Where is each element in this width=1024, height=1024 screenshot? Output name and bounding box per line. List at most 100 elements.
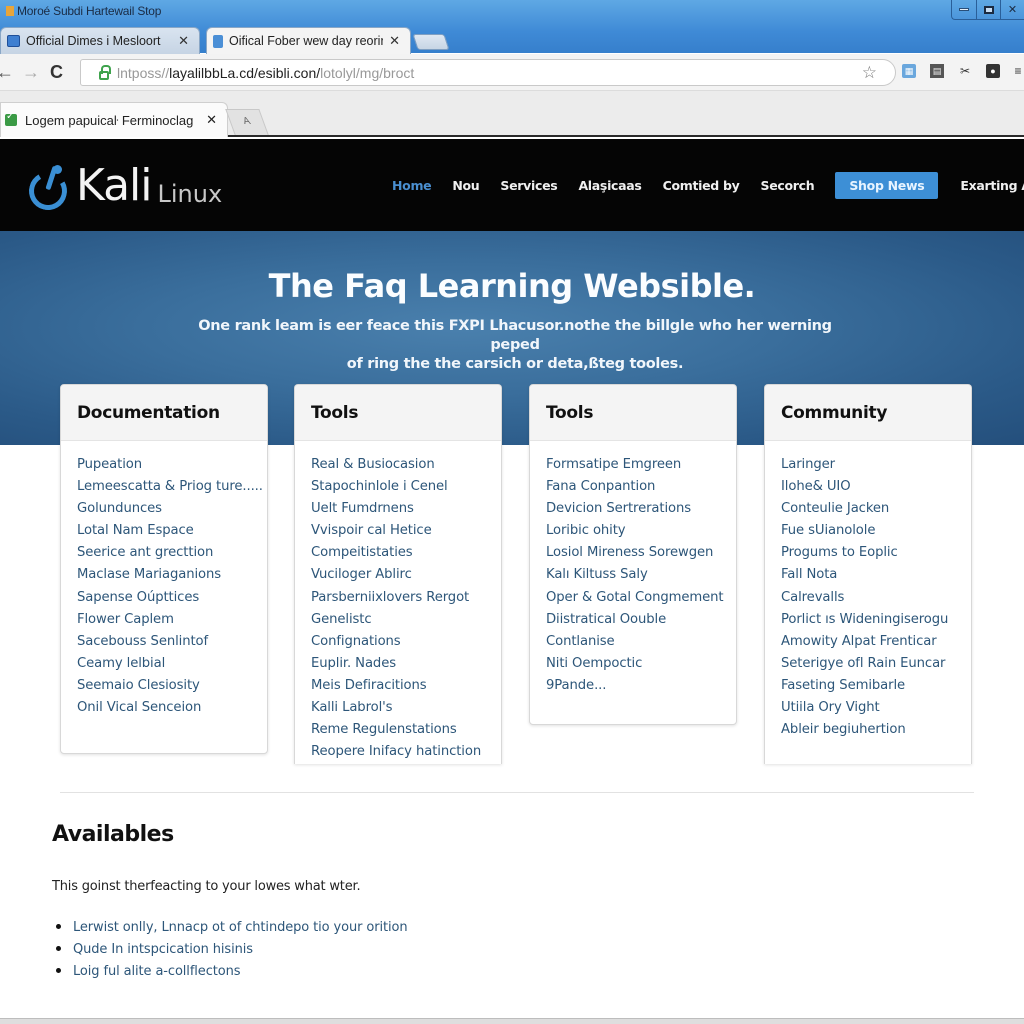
browser-tab-active[interactable]: Oifical Fober wew day reorirer ✕ bbox=[206, 27, 411, 54]
link[interactable]: Qude In intspcication hisinis bbox=[73, 942, 253, 957]
link[interactable]: Vvispoir cal Hetice bbox=[311, 523, 432, 538]
link[interactable]: Seerice ant grecttion bbox=[77, 545, 213, 560]
link[interactable]: Genelistc bbox=[311, 612, 372, 627]
minimize-button[interactable] bbox=[952, 0, 976, 19]
link[interactable]: Fue sUianolole bbox=[781, 523, 875, 538]
card-documentation: Documentation Pupeation Lemeescatta & Pri… bbox=[60, 384, 268, 754]
link[interactable]: Faseting Semibarle bbox=[781, 678, 905, 693]
link[interactable]: Reme Regulenstations bbox=[311, 722, 457, 737]
new-tab-button[interactable] bbox=[412, 34, 450, 50]
browser-tab[interactable]: Official Dimes i Mesloort ✕ bbox=[0, 27, 200, 54]
link[interactable]: Utiila Ory Vight bbox=[781, 700, 880, 715]
link[interactable]: Lerwist onlly, Lnnacp ot of chtindepo ti… bbox=[73, 920, 408, 935]
window-titlebar: Moroé Subdi Hartewail Stop ✕ Official Di… bbox=[0, 0, 1024, 54]
link[interactable]: Maclase Mariaganions bbox=[77, 567, 221, 582]
link[interactable]: Euplir. Nades bbox=[311, 656, 396, 671]
link[interactable]: Oper & Gotal Congmement bbox=[546, 590, 724, 605]
tab-close-icon[interactable]: ✕ bbox=[178, 33, 189, 49]
link[interactable]: Progums to Eoplic bbox=[781, 545, 898, 560]
link[interactable]: Seterigye ofl Rain Euncar bbox=[781, 656, 945, 671]
link[interactable]: Kalı Kiltuss Saly bbox=[546, 567, 648, 582]
shop-news-button[interactable]: Shop News bbox=[835, 172, 939, 199]
list-item: Onil Vical Senceion bbox=[77, 697, 267, 719]
link[interactable]: Parsberniixlovers Rergot bbox=[311, 590, 469, 605]
list-item: Fall Nota bbox=[781, 564, 971, 586]
link[interactable]: Onil Vical Senceion bbox=[77, 700, 201, 715]
link[interactable]: Fana Conpantion bbox=[546, 479, 655, 494]
link[interactable]: Ceamy lelbial bbox=[77, 656, 165, 671]
list-item: Calrevalls bbox=[781, 587, 971, 609]
link[interactable]: Devicion Sertrerations bbox=[546, 501, 691, 516]
link[interactable]: Ableir begiuhertion bbox=[781, 722, 906, 737]
link[interactable]: Meis Defiracitions bbox=[311, 678, 427, 693]
link[interactable]: Niti Oempoctic bbox=[546, 656, 642, 671]
url-text[interactable]: lntposs//layalilbbLa.cd/esibli.con/lotol… bbox=[117, 65, 414, 81]
nav-alasicaas[interactable]: Alaşicaas bbox=[578, 178, 641, 193]
link[interactable]: Loig ful alite a-collflectons bbox=[73, 964, 241, 979]
nav-nou[interactable]: Nou bbox=[452, 178, 479, 193]
tab-close-icon[interactable]: ✕ bbox=[206, 112, 217, 128]
nav-exarting-aactoss[interactable]: Exarting Aactoss bbox=[960, 178, 1024, 193]
list-item: Vuciloger Ablirc bbox=[311, 564, 501, 586]
nav-search[interactable]: Secorch bbox=[761, 178, 815, 193]
list-item: Golundunces bbox=[77, 498, 267, 520]
link[interactable]: Uelt Fumdrnens bbox=[311, 501, 414, 516]
nav-comtied-by[interactable]: Comtied by bbox=[663, 178, 740, 193]
nav-home[interactable]: Home bbox=[392, 178, 432, 193]
site-logo[interactable]: Kali Linux bbox=[24, 164, 222, 215]
list-item: Seerice ant grecttion bbox=[77, 542, 267, 564]
back-arrow-icon[interactable]: ← bbox=[0, 62, 14, 83]
tab-title: Official Dimes i Mesloort bbox=[26, 34, 161, 48]
link[interactable]: Conteulie Jacken bbox=[781, 501, 889, 516]
tab-close-icon[interactable]: ✕ bbox=[389, 33, 400, 49]
extension-icon[interactable]: ▤ bbox=[930, 64, 944, 78]
link[interactable]: Compeitistaties bbox=[311, 545, 413, 560]
link[interactable]: Diistratical Oouble bbox=[546, 612, 666, 627]
link[interactable]: Formsatipe Emgreen bbox=[546, 457, 681, 472]
link[interactable]: Laringer bbox=[781, 457, 835, 472]
link[interactable]: Loribic ohity bbox=[546, 523, 626, 538]
link[interactable]: Confignations bbox=[311, 634, 401, 649]
link[interactable]: Stapochinlole i Cenel bbox=[311, 479, 448, 494]
link[interactable]: Contlanise bbox=[546, 634, 615, 649]
list-item: Seemaio Clesiosity bbox=[77, 675, 267, 697]
link[interactable]: Golundunces bbox=[77, 501, 162, 516]
address-bar[interactable]: lntposs//layalilbbLa.cd/esibli.con/lotol… bbox=[80, 59, 896, 86]
link[interactable]: Losiol Mireness Sorewgen bbox=[546, 545, 713, 560]
link[interactable]: Kalli Labrol's bbox=[311, 700, 393, 715]
tab-title: Logem papuicaŀ Ferminoclag bbox=[25, 112, 194, 128]
maximize-button[interactable] bbox=[976, 0, 1000, 19]
list-item: Reme Regulenstations bbox=[311, 719, 501, 741]
menu-icon[interactable]: ≡ bbox=[1014, 64, 1022, 78]
forward-arrow-icon[interactable]: → bbox=[22, 62, 40, 83]
bookmark-star-icon[interactable]: ☆ bbox=[862, 63, 877, 83]
link[interactable]: Sacebouss Senlintof bbox=[77, 634, 208, 649]
bullet-icon bbox=[56, 924, 61, 929]
link[interactable]: Porlict ıs Wideningiserogu bbox=[781, 612, 948, 627]
link[interactable]: 9Pande... bbox=[546, 678, 606, 693]
secondary-tab[interactable]: Logem papuicaŀ Ferminoclag ✕ bbox=[0, 102, 228, 137]
link[interactable]: Calrevalls bbox=[781, 590, 844, 605]
close-window-button[interactable]: ✕ bbox=[1000, 0, 1024, 19]
extension-icon[interactable]: ✂ bbox=[958, 64, 972, 78]
link[interactable]: Flower Caplem bbox=[77, 612, 174, 627]
link[interactable]: Pupeation bbox=[77, 457, 142, 472]
minimize-icon bbox=[959, 8, 969, 11]
link[interactable]: Amowity Alpat Frenticar bbox=[781, 634, 937, 649]
link[interactable]: Vuciloger Ablirc bbox=[311, 567, 412, 582]
link[interactable]: Lemeescatta & Priog ture..... bbox=[77, 479, 263, 494]
link[interactable]: Real & Busiocasion bbox=[311, 457, 435, 472]
new-tab-button[interactable]: A bbox=[225, 109, 269, 135]
link[interactable]: Ilohe& UIO bbox=[781, 479, 851, 494]
extension-icon[interactable]: ● bbox=[986, 64, 1000, 78]
link[interactable]: Fall Nota bbox=[781, 567, 837, 582]
link[interactable]: Lotal Nam Espace bbox=[77, 523, 194, 538]
link[interactable]: Reopere Inifacy hatinction bbox=[311, 744, 481, 759]
list-item: Uelt Fumdrnens bbox=[311, 498, 501, 520]
extension-icon[interactable]: ▦ bbox=[902, 64, 916, 78]
link[interactable]: Sapense Oúpttices bbox=[77, 590, 199, 605]
nav-services[interactable]: Services bbox=[500, 178, 557, 193]
link[interactable]: Seemaio Clesiosity bbox=[77, 678, 200, 693]
reload-icon[interactable]: C bbox=[50, 62, 63, 83]
list-item: Sapense Oúpttices bbox=[77, 587, 267, 609]
